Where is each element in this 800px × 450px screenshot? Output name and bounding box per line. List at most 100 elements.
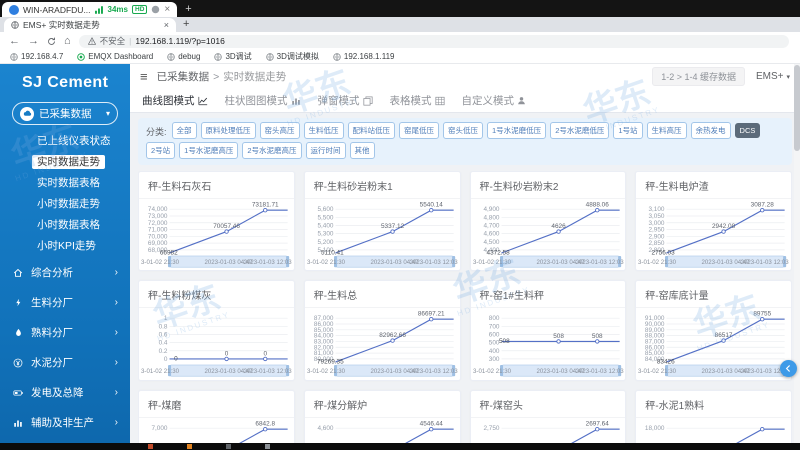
user-menu[interactable]: EMS+▾ (756, 71, 790, 82)
filter-button[interactable]: 1号水泥磨低压 (487, 122, 546, 139)
filter-button[interactable]: 2号水泥磨低压 (550, 122, 609, 139)
svg-text:18,000: 18,000 (645, 425, 665, 432)
sidebar-subitem[interactable]: 小时KPI走势 (0, 235, 130, 256)
sidebar-item[interactable]: 辅助及非生产 › (0, 409, 130, 436)
chart-grid: 秤-生料石灰石 74,00073,00072,00071,00070,00069… (138, 171, 792, 443)
filter-button[interactable]: 余热发电 (691, 122, 731, 139)
bookmark-item[interactable]: 192.168.4.7 (10, 52, 63, 61)
sidebar-item[interactable]: 综合分析 › (0, 259, 130, 286)
sidebar-item[interactable]: 生料分厂 › (0, 289, 130, 316)
filter-button[interactable]: 2号站 (146, 142, 175, 159)
filter-button[interactable]: 生料高压 (647, 122, 687, 139)
line-chart[interactable]: 18,0003-01-02 21:302023-01-03 04:472023-… (636, 418, 791, 443)
filter-button[interactable]: 运行时间 (306, 142, 346, 159)
filter-button[interactable]: 2号水泥磨高压 (242, 142, 301, 159)
taskbar-icon[interactable] (148, 444, 153, 449)
line-chart[interactable]: 2,7502697.643-01-02 21:302023-01-03 04:4… (471, 418, 626, 443)
sidebar-item[interactable]: 水泥分厂 › (0, 349, 130, 376)
mode-tab[interactable]: 自定义模式 (462, 93, 527, 108)
svg-text:86517: 86517 (715, 332, 733, 339)
sidebar-item[interactable]: 发电及总降 › (0, 379, 130, 406)
filter-button[interactable]: 窑头低压 (443, 122, 483, 139)
bookmark-item[interactable]: debug (167, 52, 200, 61)
sidebar-group-collected-data[interactable]: 已采集数据 ▾ (12, 102, 118, 125)
url-field[interactable]: 不安全 | 192.168.1.119/?p=1016 (79, 35, 789, 48)
hamburger-menu-icon[interactable]: ≡ (140, 70, 148, 83)
chart-card: 秤-煤磨 7,0006842.83-01-02 21:302023-01-03 … (138, 390, 295, 443)
sidebar-item[interactable]: 报表汇总 › (0, 439, 130, 443)
home-icon[interactable]: ⌂ (64, 36, 71, 47)
scrollbar-thumb[interactable] (794, 65, 800, 151)
chart-title: 秤-生料砂岩粉末1 (305, 172, 460, 199)
remote-session-tab[interactable]: WIN-ARADFDU... 34ms HD × (2, 2, 177, 17)
sidebar-subitem[interactable]: 实时数据走势 (0, 151, 130, 172)
bookmark-label: 192.168.4.7 (21, 52, 63, 61)
filter-button[interactable]: 配料站低压 (348, 122, 396, 139)
breadcrumb: 已采集数据>实时数据走势 (157, 69, 287, 84)
taskbar-icon[interactable] (226, 444, 231, 449)
chevron-right-icon: › (115, 388, 118, 398)
sidebar-subitem-label: 实时数据走势 (32, 155, 105, 169)
bookmark-item[interactable]: 192.168.1.119 (333, 52, 395, 61)
filter-button[interactable]: 1号水泥磨高压 (179, 142, 238, 159)
filter-button[interactable]: 窑尾低压 (399, 122, 439, 139)
bookmark-item[interactable]: 3D调试模拟 (266, 51, 319, 62)
url-text[interactable]: 192.168.1.119/?p=1016 (135, 36, 224, 46)
new-tab-plus-icon[interactable]: + (183, 19, 189, 30)
chart-card: 秤-煤窑头 2,7502697.643-01-02 21:302023-01-0… (470, 390, 627, 443)
sidebar-subitem[interactable]: 小时数据表格 (0, 214, 130, 235)
close-tab-icon[interactable]: × (164, 21, 169, 30)
bookmark-item[interactable]: 3D调试 (214, 51, 251, 62)
sidebar-subitem[interactable]: 已上线仪表状态 (0, 130, 130, 151)
collapse-panel-button[interactable] (780, 360, 797, 377)
bookmark-item[interactable]: EMQX Dashboard (77, 52, 153, 61)
svg-text:2023-01-03 12:03: 2023-01-03 12:03 (409, 368, 458, 375)
line-chart[interactable]: 4,6004546.443-01-02 21:302023-01-03 04:4… (305, 418, 460, 443)
line-chart[interactable]: 4,9004,8004,7004,6004,5004,40046264888.0… (471, 199, 626, 270)
page-scrollbar[interactable] (794, 64, 800, 443)
mode-tab-icon (291, 96, 301, 106)
line-chart[interactable]: 91,00090,00089,00088,00087,00086,00085,0… (636, 308, 791, 379)
filter-button[interactable]: 1号站 (613, 122, 642, 139)
sidebar-subitem[interactable]: 小时数据走势 (0, 193, 130, 214)
new-session-plus-icon[interactable]: + (185, 4, 191, 15)
filter-button[interactable]: 全部 (172, 122, 197, 139)
filter-button[interactable]: DCS (735, 123, 761, 138)
cache-data-button[interactable]: 1-2 > 1-4 缓存数据 (652, 67, 745, 86)
breadcrumb-root[interactable]: 已采集数据 (157, 71, 210, 83)
mode-tab[interactable]: 弹窗模式 (318, 93, 373, 108)
line-chart[interactable]: 87,00086,00085,00084,00083,00082,00081,0… (305, 308, 460, 379)
globe-icon[interactable] (151, 5, 160, 14)
chevron-right-icon: › (115, 298, 118, 308)
svg-text:0: 0 (164, 356, 168, 363)
line-chart[interactable]: 7,0006842.83-01-02 21:302023-01-03 04:47… (139, 418, 294, 443)
bookmark-favicon-icon (333, 53, 341, 61)
mode-tab[interactable]: 曲线图模式 (142, 93, 208, 108)
refresh-icon[interactable] (47, 37, 56, 46)
filter-button[interactable]: 其他 (350, 142, 375, 159)
sidebar-subitem[interactable]: 实时数据表格 (0, 172, 130, 193)
sidebar-item-icon (12, 418, 24, 428)
bookmark-favicon-icon (266, 53, 274, 61)
back-icon[interactable]: ← (9, 36, 20, 47)
forward-icon[interactable]: → (28, 36, 39, 47)
filter-button[interactable]: 原料处理低压 (201, 122, 256, 139)
line-chart[interactable]: 3,1003,0503,0002,9502,9002,8502,8002942.… (636, 199, 791, 270)
browser-tab[interactable]: EMS+ 实时数据走势 × (4, 18, 176, 32)
security-label[interactable]: 不安全 (100, 35, 126, 47)
taskbar-icon[interactable] (187, 444, 192, 449)
close-session-icon[interactable]: × (164, 5, 170, 15)
line-chart[interactable]: 5,6005,5005,4005,3005,2005,1005337.12554… (305, 199, 460, 270)
taskbar-icon[interactable] (265, 444, 270, 449)
line-chart[interactable]: 8007006005004003005085085083-01-02 21:30… (471, 308, 626, 379)
mode-tab[interactable]: 表格模式 (390, 93, 445, 108)
chart-card: 秤-窑1#生料秤 8007006005004003005085085083-01… (470, 280, 627, 380)
sidebar-item[interactable]: 熟料分厂 › (0, 319, 130, 346)
svg-text:5,400: 5,400 (317, 223, 333, 230)
hd-quality-badge[interactable]: HD (132, 5, 147, 14)
filter-button[interactable]: 生料低压 (304, 122, 344, 139)
line-chart[interactable]: 10.80.60.40.200003-01-02 21:302023-01-03… (139, 308, 294, 379)
mode-tab[interactable]: 柱状图图模式 (225, 93, 301, 108)
line-chart[interactable]: 74,00073,00072,00071,00070,00069,00068,0… (139, 199, 294, 270)
filter-button[interactable]: 窑头高压 (260, 122, 300, 139)
